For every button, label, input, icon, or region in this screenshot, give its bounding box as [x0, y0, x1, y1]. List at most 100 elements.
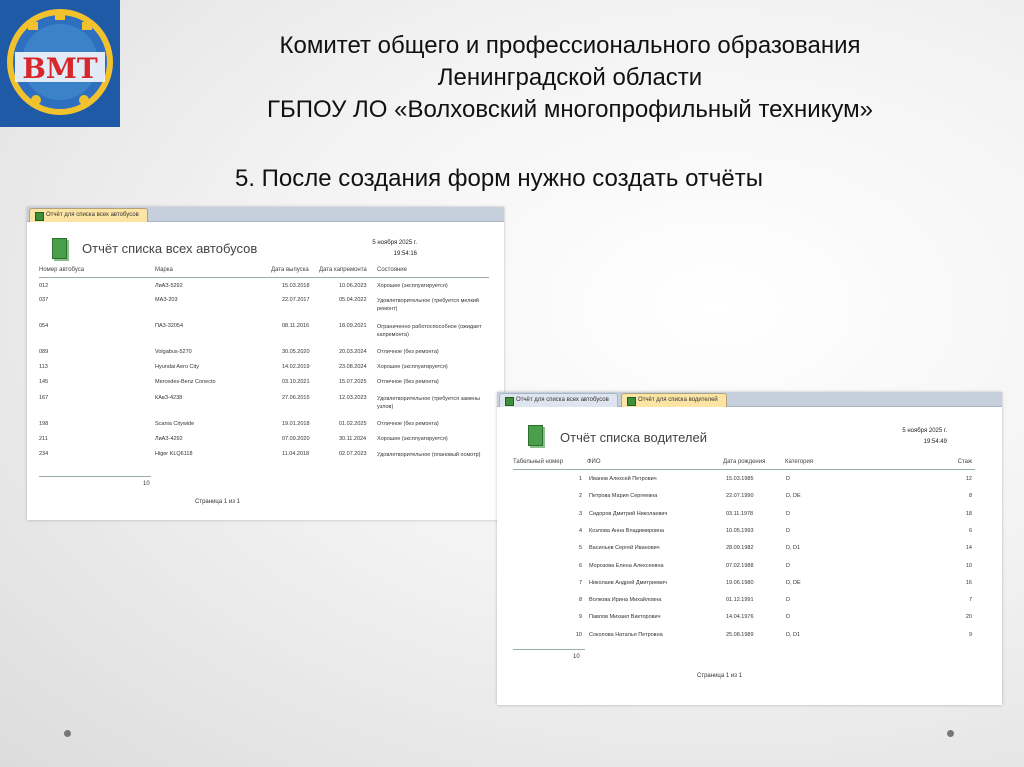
driver-cell-name: Павлов Михаил Викторович: [589, 614, 661, 620]
bus-report-window: Отчёт для списка всех автобусов Отчёт сп…: [27, 207, 504, 520]
bus-cell-released: 14.02.2019: [282, 364, 310, 370]
driver-cell-id: 5: [578, 545, 582, 551]
driver-cell-exp: 6: [968, 528, 972, 534]
col-release-date: Дата выпуска: [271, 267, 309, 273]
tab-bus-report[interactable]: Отчёт для списка всех автобусов: [29, 208, 148, 222]
bus-cell-state: Удовлетворительное (требуется замены узл…: [377, 396, 480, 410]
report-icon: [528, 425, 543, 446]
bus-cell-brand: ЛиАЗ-5292: [155, 283, 183, 289]
driver-cell-exp: 10: [965, 563, 972, 569]
driver-cell-born: 19.06.1980: [726, 580, 754, 586]
bus-cell-num: 113: [39, 364, 48, 370]
driver-cell-cat: D, DE: [786, 580, 801, 586]
driver-cell-name: Петрова Мария Сергеевна: [589, 493, 658, 499]
driver-cell-name: Иванов Алексей Петрович: [589, 476, 657, 482]
driver-cell-id: 2: [578, 493, 582, 499]
bus-cell-brand: КАвЗ-4238: [155, 395, 183, 401]
bus-cell-repair: 20.03.2024: [339, 349, 367, 355]
bus-report-time: 19:54:16: [393, 251, 417, 257]
logo-emblem: ВМТ: [0, 0, 120, 127]
driver-cell-id: 6: [578, 563, 582, 569]
bus-cell-brand: Mercedes-Benz Conecto: [155, 379, 216, 385]
col-bus-number: Номер автобуса: [39, 267, 85, 273]
driver-report-datetime: 5 ноября 2025 г. 19:54:49: [857, 426, 947, 448]
bus-cell-brand: МАЗ-203: [155, 297, 178, 303]
driver-cell-born: 07.02.1988: [726, 563, 754, 569]
bus-cell-num: 234: [39, 451, 49, 457]
bus-cell-state: Отличное (без ремонта): [377, 379, 439, 385]
tab-bus-report[interactable]: Отчёт для списка всех автобусов: [499, 393, 618, 407]
driver-cell-cat: D, DE: [786, 493, 801, 499]
header-line-college: ГБПОУ ЛО «Волховский многопрофильный тех…: [266, 96, 873, 123]
report-tab-icon: [505, 397, 514, 406]
bus-cell-num: 089: [39, 349, 49, 355]
col-category: Категория: [785, 459, 814, 465]
bus-cell-released: 03.10.2021: [282, 379, 310, 385]
tab-driver-report[interactable]: Отчёт для списка водителей: [621, 393, 727, 407]
corner-dot: [64, 730, 71, 737]
driver-page-number: Страница 1 из 1: [697, 673, 742, 679]
driver-cell-cat: D: [786, 614, 790, 620]
bus-cell-num: 012: [39, 283, 49, 289]
driver-cell-cat: D: [786, 563, 790, 569]
bus-cell-repair: 30.11.2024: [339, 436, 367, 442]
driver-cell-born: 15.03.1985: [726, 476, 754, 482]
bus-report-title: Отчёт списка всех автобусов: [82, 241, 258, 256]
driver-cell-name: Волкова Ирина Михайловна: [589, 597, 662, 603]
driver-cell-exp: 7: [968, 597, 972, 603]
bus-cell-released: 27.06.2015: [282, 395, 310, 401]
driver-cell-born: 25.08.1989: [726, 632, 754, 638]
tab-driver-report-label: Отчёт для списка водителей: [638, 397, 718, 403]
bus-cell-brand: Volgabus-5270: [155, 349, 192, 355]
driver-cell-cat: D: [786, 597, 790, 603]
driver-cell-id: 4: [578, 528, 582, 534]
report-tab-icon: [627, 397, 636, 406]
tab-bus-report-label: Отчёт для списка всех автобусов: [516, 397, 609, 403]
logo-text: ВМТ: [22, 52, 98, 85]
bus-count: 10: [143, 481, 150, 487]
bus-cell-state: Удовлетворительное (требуется мелкий рем…: [377, 298, 480, 312]
driver-cell-born: 01.12.1991: [726, 597, 754, 603]
driver-cell-exp: 16: [965, 580, 972, 586]
bus-cell-brand: Scania Citywide: [155, 421, 195, 427]
bus-cell-repair: 05.04.2022: [339, 297, 367, 303]
driver-cell-id: 7: [578, 580, 582, 586]
bus-cell-repair: 01.02.2025: [339, 421, 367, 427]
header-rule: [39, 277, 489, 278]
bus-cell-state: Отличное (без ремонта): [377, 349, 439, 355]
bus-cell-repair: 18.09.2021: [339, 323, 367, 329]
driver-cell-id: 3: [578, 511, 582, 517]
header-line-committee: Комитет общего и профессионального образ…: [279, 32, 861, 59]
bus-cell-state: Хорошее (эксплуатируется): [377, 364, 448, 370]
driver-cell-exp: 12: [965, 476, 972, 482]
bus-cell-state: Отличное (без ремонта): [377, 421, 439, 427]
bus-cell-brand: Higer KLQ6118: [155, 451, 193, 457]
driver-cell-cat: D: [786, 476, 790, 482]
bus-cell-num: 167: [39, 395, 49, 401]
driver-report-time: 19:54:49: [923, 439, 947, 445]
bus-cell-state: Удовлетворительное (плановый осмотр): [377, 452, 481, 458]
bus-cell-repair: 15.07.2025: [339, 379, 367, 385]
bus-cell-num: 145: [39, 379, 49, 385]
bus-page-number: Страница 1 из 1: [195, 499, 240, 505]
header-line-region: Ленинградской области: [437, 64, 703, 91]
bus-cell-num: 037: [39, 297, 49, 303]
driver-cell-id: 8: [578, 597, 582, 603]
report-tab-bar: Отчёт для списка всех автобусов: [27, 207, 504, 222]
driver-cell-name: Соколова Наталья Петровна: [589, 632, 663, 638]
driver-cell-exp: 18: [965, 511, 972, 517]
driver-report-title: Отчёт списка водителей: [560, 430, 707, 445]
driver-cell-id: 1: [578, 476, 582, 482]
college-logo: ВМТ: [0, 0, 120, 127]
col-birth-date: Дата рождения: [723, 459, 766, 465]
driver-cell-cat: D, D1: [786, 632, 801, 638]
col-experience: Стаж: [957, 459, 972, 465]
driver-cell-born: 14.04.1976: [726, 614, 754, 620]
driver-cell-cat: D: [786, 528, 790, 534]
report-tab-icon: [35, 212, 44, 221]
driver-cell-born: 22.07.1990: [726, 493, 754, 499]
bus-cell-released: 07.09.2020: [282, 436, 310, 442]
col-full-name: ФИО: [587, 459, 601, 465]
driver-cell-born: 10.05.1993: [726, 528, 754, 534]
bus-cell-released: 15.03.2018: [282, 283, 310, 289]
